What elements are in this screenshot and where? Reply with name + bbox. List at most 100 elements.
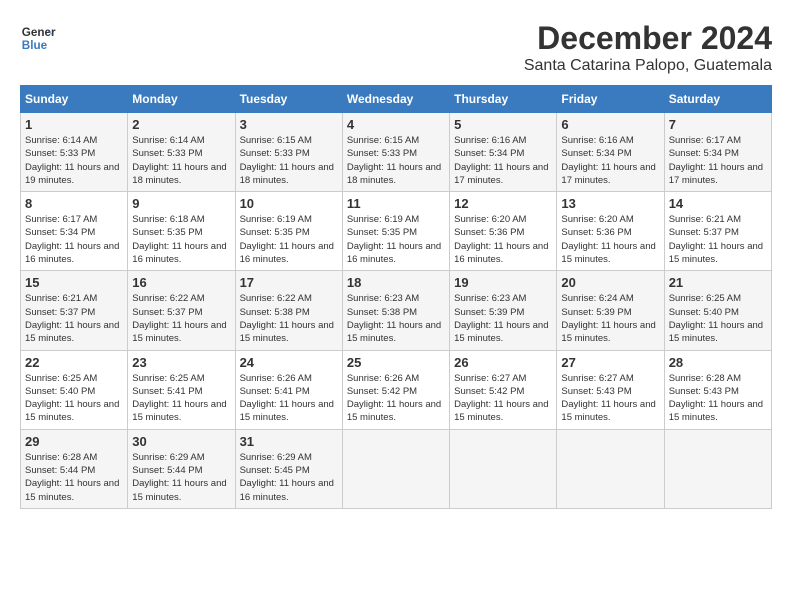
day-number: 23 xyxy=(132,355,230,370)
day-info: Sunrise: 6:22 AM Sunset: 5:38 PM Dayligh… xyxy=(240,292,338,345)
day-info: Sunrise: 6:25 AM Sunset: 5:40 PM Dayligh… xyxy=(669,292,767,345)
day-number: 9 xyxy=(132,196,230,211)
col-wednesday: Wednesday xyxy=(342,86,449,113)
day-info: Sunrise: 6:19 AM Sunset: 5:35 PM Dayligh… xyxy=(240,213,338,266)
day-number: 28 xyxy=(669,355,767,370)
col-friday: Friday xyxy=(557,86,664,113)
day-number: 30 xyxy=(132,434,230,449)
day-info: Sunrise: 6:17 AM Sunset: 5:34 PM Dayligh… xyxy=(25,213,123,266)
table-row: 28 Sunrise: 6:28 AM Sunset: 5:43 PM Dayl… xyxy=(664,350,771,429)
day-number: 1 xyxy=(25,117,123,132)
table-row: 16 Sunrise: 6:22 AM Sunset: 5:37 PM Dayl… xyxy=(128,271,235,350)
day-info: Sunrise: 6:26 AM Sunset: 5:42 PM Dayligh… xyxy=(347,372,445,425)
day-info: Sunrise: 6:19 AM Sunset: 5:35 PM Dayligh… xyxy=(347,213,445,266)
table-row: 5 Sunrise: 6:16 AM Sunset: 5:34 PM Dayli… xyxy=(450,113,557,192)
calendar-week-row: 1 Sunrise: 6:14 AM Sunset: 5:33 PM Dayli… xyxy=(21,113,772,192)
day-info: Sunrise: 6:15 AM Sunset: 5:33 PM Dayligh… xyxy=(240,134,338,187)
day-number: 10 xyxy=(240,196,338,211)
table-row: 24 Sunrise: 6:26 AM Sunset: 5:41 PM Dayl… xyxy=(235,350,342,429)
day-number: 8 xyxy=(25,196,123,211)
month-title: December 2024 xyxy=(524,20,772,57)
table-row: 7 Sunrise: 6:17 AM Sunset: 5:34 PM Dayli… xyxy=(664,113,771,192)
table-row: 6 Sunrise: 6:16 AM Sunset: 5:34 PM Dayli… xyxy=(557,113,664,192)
day-number: 3 xyxy=(240,117,338,132)
table-row: 8 Sunrise: 6:17 AM Sunset: 5:34 PM Dayli… xyxy=(21,192,128,271)
day-info: Sunrise: 6:17 AM Sunset: 5:34 PM Dayligh… xyxy=(669,134,767,187)
table-row: 22 Sunrise: 6:25 AM Sunset: 5:40 PM Dayl… xyxy=(21,350,128,429)
table-row: 14 Sunrise: 6:21 AM Sunset: 5:37 PM Dayl… xyxy=(664,192,771,271)
table-row: 21 Sunrise: 6:25 AM Sunset: 5:40 PM Dayl… xyxy=(664,271,771,350)
table-row: 2 Sunrise: 6:14 AM Sunset: 5:33 PM Dayli… xyxy=(128,113,235,192)
day-number: 20 xyxy=(561,275,659,290)
table-row: 3 Sunrise: 6:15 AM Sunset: 5:33 PM Dayli… xyxy=(235,113,342,192)
col-sunday: Sunday xyxy=(21,86,128,113)
day-number: 31 xyxy=(240,434,338,449)
col-saturday: Saturday xyxy=(664,86,771,113)
day-info: Sunrise: 6:23 AM Sunset: 5:39 PM Dayligh… xyxy=(454,292,552,345)
svg-text:Blue: Blue xyxy=(22,39,48,52)
day-number: 2 xyxy=(132,117,230,132)
logo-icon: General Blue xyxy=(20,20,56,56)
table-row: 4 Sunrise: 6:15 AM Sunset: 5:33 PM Dayli… xyxy=(342,113,449,192)
day-number: 13 xyxy=(561,196,659,211)
table-row: 23 Sunrise: 6:25 AM Sunset: 5:41 PM Dayl… xyxy=(128,350,235,429)
day-info: Sunrise: 6:27 AM Sunset: 5:42 PM Dayligh… xyxy=(454,372,552,425)
day-number: 7 xyxy=(669,117,767,132)
col-tuesday: Tuesday xyxy=(235,86,342,113)
table-row: 18 Sunrise: 6:23 AM Sunset: 5:38 PM Dayl… xyxy=(342,271,449,350)
day-info: Sunrise: 6:23 AM Sunset: 5:38 PM Dayligh… xyxy=(347,292,445,345)
day-number: 24 xyxy=(240,355,338,370)
calendar-week-row: 29 Sunrise: 6:28 AM Sunset: 5:44 PM Dayl… xyxy=(21,429,772,508)
calendar-week-row: 22 Sunrise: 6:25 AM Sunset: 5:40 PM Dayl… xyxy=(21,350,772,429)
col-thursday: Thursday xyxy=(450,86,557,113)
day-info: Sunrise: 6:14 AM Sunset: 5:33 PM Dayligh… xyxy=(25,134,123,187)
calendar-week-row: 8 Sunrise: 6:17 AM Sunset: 5:34 PM Dayli… xyxy=(21,192,772,271)
table-row: 29 Sunrise: 6:28 AM Sunset: 5:44 PM Dayl… xyxy=(21,429,128,508)
day-info: Sunrise: 6:21 AM Sunset: 5:37 PM Dayligh… xyxy=(669,213,767,266)
title-area: December 2024 Santa Catarina Palopo, Gua… xyxy=(524,20,772,75)
day-info: Sunrise: 6:21 AM Sunset: 5:37 PM Dayligh… xyxy=(25,292,123,345)
calendar-header-row: Sunday Monday Tuesday Wednesday Thursday… xyxy=(21,86,772,113)
table-row: 20 Sunrise: 6:24 AM Sunset: 5:39 PM Dayl… xyxy=(557,271,664,350)
table-row xyxy=(557,429,664,508)
table-row: 10 Sunrise: 6:19 AM Sunset: 5:35 PM Dayl… xyxy=(235,192,342,271)
calendar-week-row: 15 Sunrise: 6:21 AM Sunset: 5:37 PM Dayl… xyxy=(21,271,772,350)
table-row: 30 Sunrise: 6:29 AM Sunset: 5:44 PM Dayl… xyxy=(128,429,235,508)
day-info: Sunrise: 6:28 AM Sunset: 5:44 PM Dayligh… xyxy=(25,451,123,504)
table-row: 25 Sunrise: 6:26 AM Sunset: 5:42 PM Dayl… xyxy=(342,350,449,429)
col-monday: Monday xyxy=(128,86,235,113)
table-row: 31 Sunrise: 6:29 AM Sunset: 5:45 PM Dayl… xyxy=(235,429,342,508)
day-number: 18 xyxy=(347,275,445,290)
svg-text:General: General xyxy=(22,26,56,39)
day-number: 25 xyxy=(347,355,445,370)
day-info: Sunrise: 6:25 AM Sunset: 5:41 PM Dayligh… xyxy=(132,372,230,425)
day-number: 26 xyxy=(454,355,552,370)
calendar-table: Sunday Monday Tuesday Wednesday Thursday… xyxy=(20,85,772,509)
day-info: Sunrise: 6:16 AM Sunset: 5:34 PM Dayligh… xyxy=(561,134,659,187)
day-info: Sunrise: 6:24 AM Sunset: 5:39 PM Dayligh… xyxy=(561,292,659,345)
day-number: 29 xyxy=(25,434,123,449)
table-row: 9 Sunrise: 6:18 AM Sunset: 5:35 PM Dayli… xyxy=(128,192,235,271)
day-info: Sunrise: 6:22 AM Sunset: 5:37 PM Dayligh… xyxy=(132,292,230,345)
day-info: Sunrise: 6:29 AM Sunset: 5:44 PM Dayligh… xyxy=(132,451,230,504)
table-row xyxy=(450,429,557,508)
day-number: 27 xyxy=(561,355,659,370)
day-number: 11 xyxy=(347,196,445,211)
table-row: 27 Sunrise: 6:27 AM Sunset: 5:43 PM Dayl… xyxy=(557,350,664,429)
day-info: Sunrise: 6:28 AM Sunset: 5:43 PM Dayligh… xyxy=(669,372,767,425)
day-info: Sunrise: 6:26 AM Sunset: 5:41 PM Dayligh… xyxy=(240,372,338,425)
day-info: Sunrise: 6:14 AM Sunset: 5:33 PM Dayligh… xyxy=(132,134,230,187)
day-number: 15 xyxy=(25,275,123,290)
day-number: 14 xyxy=(669,196,767,211)
table-row: 11 Sunrise: 6:19 AM Sunset: 5:35 PM Dayl… xyxy=(342,192,449,271)
day-info: Sunrise: 6:29 AM Sunset: 5:45 PM Dayligh… xyxy=(240,451,338,504)
table-row: 17 Sunrise: 6:22 AM Sunset: 5:38 PM Dayl… xyxy=(235,271,342,350)
day-number: 17 xyxy=(240,275,338,290)
table-row: 15 Sunrise: 6:21 AM Sunset: 5:37 PM Dayl… xyxy=(21,271,128,350)
day-number: 19 xyxy=(454,275,552,290)
day-info: Sunrise: 6:27 AM Sunset: 5:43 PM Dayligh… xyxy=(561,372,659,425)
day-info: Sunrise: 6:20 AM Sunset: 5:36 PM Dayligh… xyxy=(561,213,659,266)
table-row: 26 Sunrise: 6:27 AM Sunset: 5:42 PM Dayl… xyxy=(450,350,557,429)
day-number: 12 xyxy=(454,196,552,211)
location-title: Santa Catarina Palopo, Guatemala xyxy=(524,57,772,75)
